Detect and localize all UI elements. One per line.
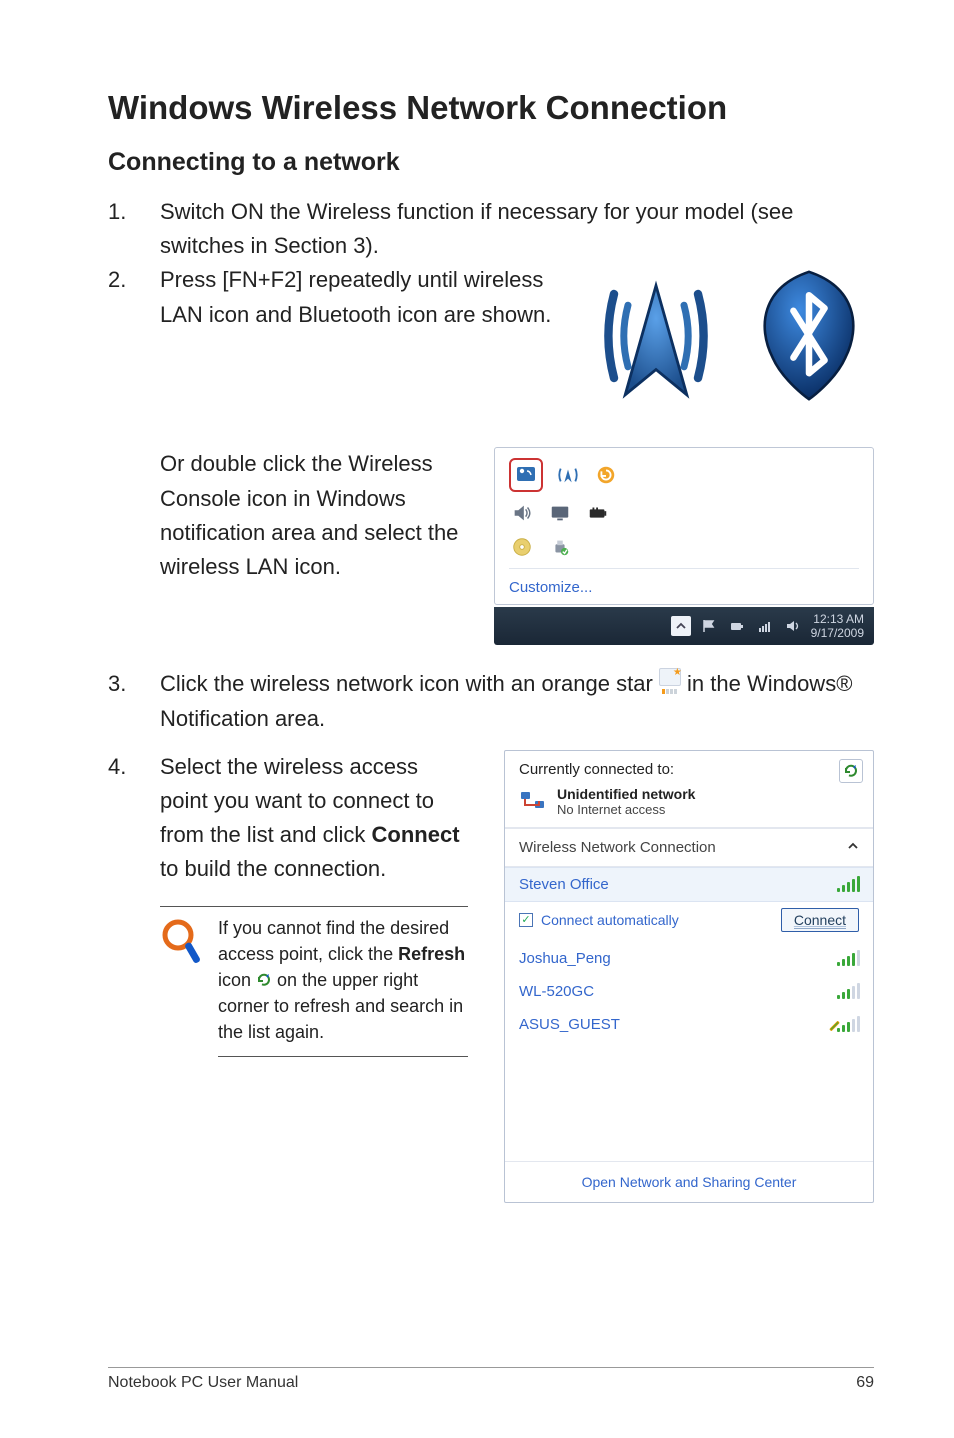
wireless-console-icon[interactable] xyxy=(513,462,539,488)
connect-auto-checkbox[interactable]: ✓ Connect automatically xyxy=(519,912,679,928)
signal-bars-icon xyxy=(837,983,859,999)
update-shield-icon[interactable] xyxy=(593,462,619,488)
step-4-text: Select the wireless access point you wan… xyxy=(160,750,468,886)
currently-connected-label: Currently connected to: xyxy=(519,761,859,778)
wifi-item-label: Steven Office xyxy=(519,876,609,893)
step-2-text: Press [FN+F2] repeatedly until wireless … xyxy=(160,263,566,331)
wifi-item-label: Joshua_Peng xyxy=(519,950,611,967)
refresh-icon xyxy=(256,969,272,985)
magnifier-tip-icon xyxy=(160,915,204,1056)
current-network-status: No Internet access xyxy=(557,802,695,817)
wireless-ap-icon xyxy=(586,266,726,411)
page-number: 69 xyxy=(856,1374,874,1392)
connect-button[interactable]: Connect xyxy=(781,908,859,932)
tray-chevron-up-icon[interactable] xyxy=(671,616,691,636)
tray-power-icon[interactable] xyxy=(727,616,747,636)
footer-title: Notebook PC User Manual xyxy=(108,1374,298,1392)
wifi-item-joshua-peng[interactable]: Joshua_Peng xyxy=(505,942,873,975)
wireless-network-star-icon: ★ xyxy=(659,668,681,686)
battery-plug-icon[interactable] xyxy=(585,500,611,526)
monitor-icon[interactable] xyxy=(547,500,573,526)
tray-date: 9/17/2009 xyxy=(811,626,864,640)
wifi-item-wl520gc[interactable]: WL-520GC xyxy=(505,975,873,1008)
bluetooth-icon xyxy=(744,263,874,413)
collapse-chevron-icon[interactable] xyxy=(847,839,859,856)
refresh-note-text: If you cannot find the desired access po… xyxy=(218,915,468,1056)
wifi-item-label: ASUS_GUEST xyxy=(519,1016,620,1033)
refresh-button[interactable] xyxy=(839,759,863,783)
wifi-item-steven-office[interactable]: Steven Office xyxy=(505,867,873,902)
notification-area-screenshot: Customize... 12:13 AM xyxy=(494,447,874,645)
tray-clock[interactable]: 12:13 AM 9/17/2009 xyxy=(811,612,864,641)
section-title: Connecting to a network xyxy=(108,148,874,177)
wireless-console-icon-circled xyxy=(509,458,543,492)
open-network-center-link[interactable]: Open Network and Sharing Center xyxy=(505,1161,873,1202)
signal-bars-shield-icon xyxy=(837,1016,859,1032)
usb-eject-icon[interactable] xyxy=(547,534,573,560)
customize-link[interactable]: Customize... xyxy=(509,568,859,596)
current-network-name: Unidentified network xyxy=(557,786,695,802)
signal-bars-icon xyxy=(837,876,859,892)
lan-icon xyxy=(519,789,547,813)
tray-time: 12:13 AM xyxy=(811,612,864,626)
step-1-text: Switch ON the Wireless function if neces… xyxy=(160,195,874,263)
wifi-flyout-screenshot: Currently connected to: Unidentified net… xyxy=(504,750,874,1203)
disc-icon[interactable] xyxy=(509,534,535,560)
step-2-number: 2. xyxy=(108,263,132,331)
step-3-text: Click the wireless network icon with an … xyxy=(160,667,874,735)
radio-tower-icon[interactable] xyxy=(555,462,581,488)
step-1-number: 1. xyxy=(108,195,132,263)
page-title: Windows Wireless Network Connection xyxy=(108,90,874,126)
step-4-number: 4. xyxy=(108,750,132,886)
signal-bars-icon xyxy=(837,950,859,966)
wifi-item-asus-guest[interactable]: ASUS_GUEST xyxy=(505,1008,873,1041)
step-3-number: 3. xyxy=(108,667,132,735)
tray-network-bars-icon[interactable] xyxy=(755,616,775,636)
tray-flag-icon[interactable] xyxy=(699,616,719,636)
volume-icon[interactable] xyxy=(509,500,535,526)
wireless-section-label: Wireless Network Connection xyxy=(519,839,716,856)
step-2-or-text: Or double click the Wireless Console ico… xyxy=(160,447,468,583)
wifi-item-label: WL-520GC xyxy=(519,983,594,1000)
tray-sound-icon[interactable] xyxy=(783,616,803,636)
connect-auto-label: Connect automatically xyxy=(541,912,679,928)
